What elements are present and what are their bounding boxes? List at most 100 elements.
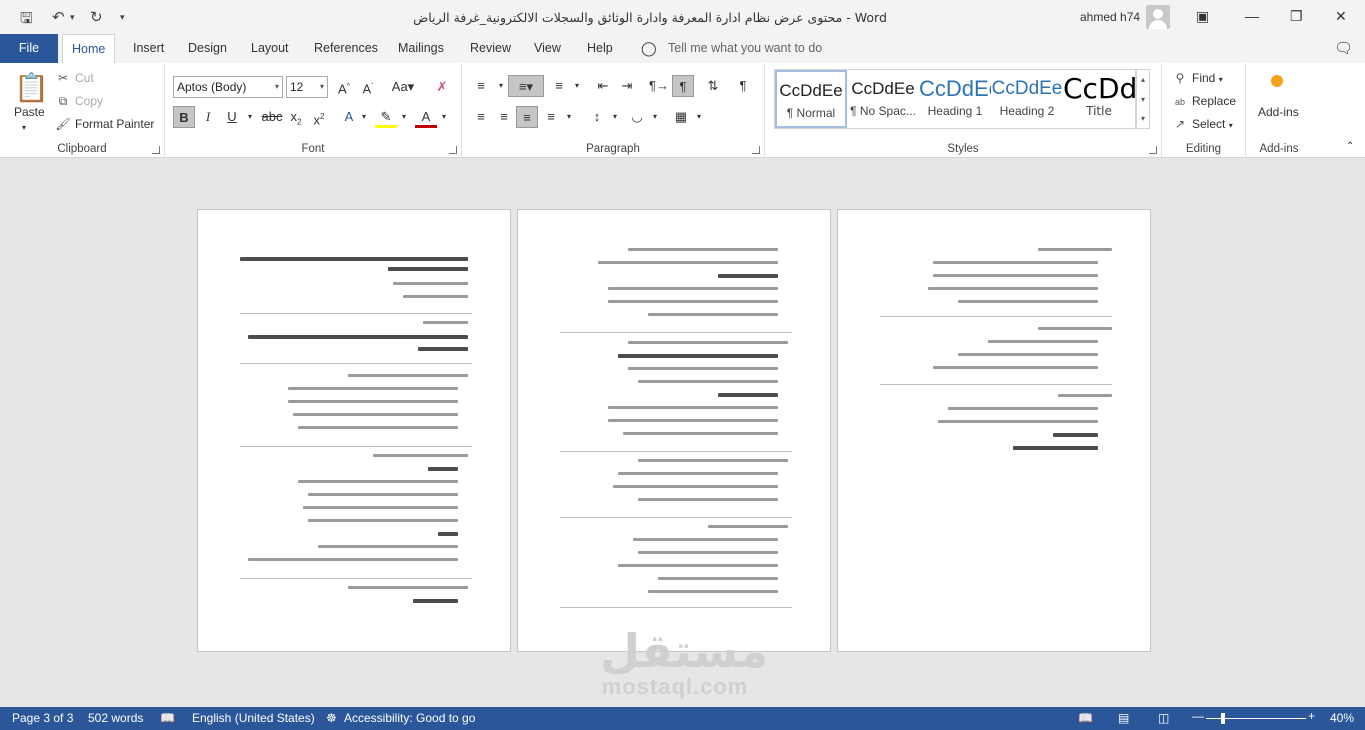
strikethrough-icon[interactable]: abc	[259, 106, 285, 128]
change-case-icon[interactable]: Aa▾	[388, 76, 418, 98]
style-preview: CcDdEe	[919, 76, 991, 101]
align-right-icon[interactable]: ≡	[516, 106, 538, 128]
minimize-icon[interactable]: —	[1245, 8, 1259, 24]
grow-font-icon[interactable]: A^	[333, 76, 355, 98]
zoom-slider-thumb[interactable]	[1221, 713, 1225, 724]
chevron-up-icon[interactable]: ▴	[1137, 70, 1149, 90]
ribbon-display-icon[interactable]: ▣	[1196, 8, 1209, 25]
more-styles-icon[interactable]: ▾	[1137, 110, 1149, 128]
tab-help[interactable]: Help	[587, 34, 613, 63]
style-title[interactable]: CcDdEe Title	[1063, 70, 1135, 128]
addins-button[interactable]: Add-ins	[1258, 105, 1299, 119]
tab-references[interactable]: References	[314, 34, 378, 63]
replace-button[interactable]: Replace	[1192, 94, 1236, 108]
decrease-indent-icon[interactable]: ⇤	[592, 75, 614, 97]
document-area[interactable]: مستقل mostaql.com	[0, 158, 1365, 707]
select-button[interactable]: Select	[1192, 117, 1225, 131]
tab-view[interactable]: View	[534, 34, 561, 63]
rtl-direction-icon[interactable]: ¶	[672, 75, 694, 97]
paragraph-launcher-icon[interactable]	[752, 146, 760, 154]
style-heading-1[interactable]: CcDdEe Heading 1	[919, 70, 991, 128]
undo-dropdown-icon[interactable]: ▾	[70, 12, 75, 23]
tab-design[interactable]: Design	[188, 34, 227, 63]
font-launcher-icon[interactable]	[449, 146, 457, 154]
line-spacing-dropdown-icon[interactable]: ▾	[604, 106, 626, 128]
chevron-down-icon[interactable]: ▾	[1229, 121, 1233, 130]
highlight-dropdown-icon[interactable]: ▾	[393, 106, 415, 128]
zoom-out-icon[interactable]: —	[1192, 709, 1204, 723]
tell-me-search[interactable]: Tell me what you want to do	[668, 34, 822, 63]
tab-review[interactable]: Review	[470, 34, 511, 63]
font-color-dropdown-icon[interactable]: ▾	[433, 106, 455, 128]
italic-icon[interactable]: I	[197, 106, 219, 128]
page-2[interactable]	[517, 209, 831, 652]
maximize-icon[interactable]: ❐	[1290, 8, 1303, 25]
tab-insert[interactable]: Insert	[133, 34, 164, 63]
align-left-icon[interactable]: ≡	[470, 106, 492, 128]
subscript-icon[interactable]: x2	[285, 106, 307, 128]
collapse-ribbon-icon[interactable]: ⌃	[1346, 141, 1354, 152]
page-3[interactable]	[837, 209, 1151, 652]
close-icon[interactable]: ✕	[1335, 8, 1347, 25]
copy-button[interactable]: Copy	[75, 94, 103, 108]
paste-icon[interactable]: 📋	[14, 71, 49, 104]
tab-mailings[interactable]: Mailings	[398, 34, 444, 63]
underline-dropdown-icon[interactable]: ▾	[239, 106, 261, 128]
zoom-in-icon[interactable]: +	[1308, 709, 1315, 723]
editing-label: Editing	[1185, 143, 1222, 155]
chevron-down-icon[interactable]: ▾	[1219, 75, 1223, 84]
read-mode-icon[interactable]: 📖	[1078, 711, 1093, 725]
user-name[interactable]: ahmed h74	[1080, 10, 1140, 24]
tab-home[interactable]: Home	[62, 34, 116, 64]
comments-icon[interactable]: 🗨	[1334, 34, 1353, 63]
chevron-down-icon[interactable]: ▾	[1137, 90, 1149, 110]
numbering-icon[interactable]: ≡▾	[508, 75, 544, 97]
clipboard-launcher-icon[interactable]	[152, 146, 160, 154]
accessibility-status[interactable]: Accessibility: Good to go	[344, 711, 475, 725]
proofing-icon[interactable]: 📖	[160, 711, 175, 725]
borders-dropdown-icon[interactable]: ▾	[688, 106, 710, 128]
redo-icon[interactable]: ↻	[90, 8, 103, 26]
justify-dropdown-icon[interactable]: ▾	[558, 106, 580, 128]
align-center-icon[interactable]: ≡	[493, 106, 515, 128]
bold-icon[interactable]: B	[173, 106, 195, 128]
zoom-level[interactable]: 40%	[1330, 711, 1354, 725]
multilevel-dropdown-icon[interactable]: ▾	[566, 75, 588, 97]
group-paragraph: ≡ ▾ ≡▾ ≡ ▾ ⇤ ⇥ ¶→ ¶ ⇅ ¶ ≡ ≡ ≡ ≡ ▾ ↕ ▾ ◡ …	[462, 63, 765, 158]
page-1[interactable]	[197, 209, 511, 652]
show-formatting-icon[interactable]: ¶	[732, 75, 754, 97]
font-name-combo[interactable]: Aptos (Body) ▾	[173, 76, 283, 98]
web-layout-icon[interactable]: ◫	[1158, 711, 1169, 725]
find-button[interactable]: Find	[1192, 71, 1215, 85]
sort-icon[interactable]: ⇅	[702, 75, 724, 97]
shrink-font-icon[interactable]: Aˇ	[357, 76, 379, 98]
tab-file[interactable]: File	[0, 34, 58, 63]
paste-dropdown-icon[interactable]: ▾	[22, 123, 26, 132]
clear-formatting-icon[interactable]: ✗	[431, 76, 453, 98]
customize-toolbar-icon[interactable]: ▾	[120, 12, 125, 23]
print-layout-icon[interactable]: ▤	[1118, 711, 1129, 725]
word-count[interactable]: 502 words	[88, 711, 143, 725]
style-normal[interactable]: CcDdEe ¶ Normal	[775, 70, 847, 128]
tab-layout[interactable]: Layout	[251, 34, 289, 63]
styles-scroll[interactable]: ▴ ▾ ▾	[1136, 69, 1150, 129]
avatar[interactable]	[1146, 5, 1170, 29]
save-icon[interactable]: 🖫	[20, 8, 33, 33]
undo-icon[interactable]: ↶	[52, 8, 65, 26]
page-indicator[interactable]: Page 3 of 3	[12, 711, 73, 725]
paste-button[interactable]: Paste	[14, 105, 45, 119]
styles-launcher-icon[interactable]	[1149, 146, 1157, 154]
clipboard-label: Clipboard	[57, 143, 107, 155]
bullets-icon[interactable]: ≡	[470, 75, 492, 97]
cut-button[interactable]: Cut	[75, 71, 94, 85]
ltr-direction-icon[interactable]: ¶→	[648, 75, 670, 97]
increase-indent-icon[interactable]: ⇥	[616, 75, 638, 97]
format-painter-button[interactable]: Format Painter	[75, 117, 154, 131]
language-indicator[interactable]: English (United States)	[192, 711, 315, 725]
font-size-combo[interactable]: 12 ▾	[286, 76, 328, 98]
style-heading-2[interactable]: CcDdEe Heading 2	[991, 70, 1063, 128]
shading-dropdown-icon[interactable]: ▾	[644, 106, 666, 128]
style-no-spacing[interactable]: CcDdEe ¶ No Spac...	[847, 70, 919, 128]
text-effects-dropdown-icon[interactable]: ▾	[353, 106, 375, 128]
superscript-icon[interactable]: x2	[308, 106, 330, 128]
